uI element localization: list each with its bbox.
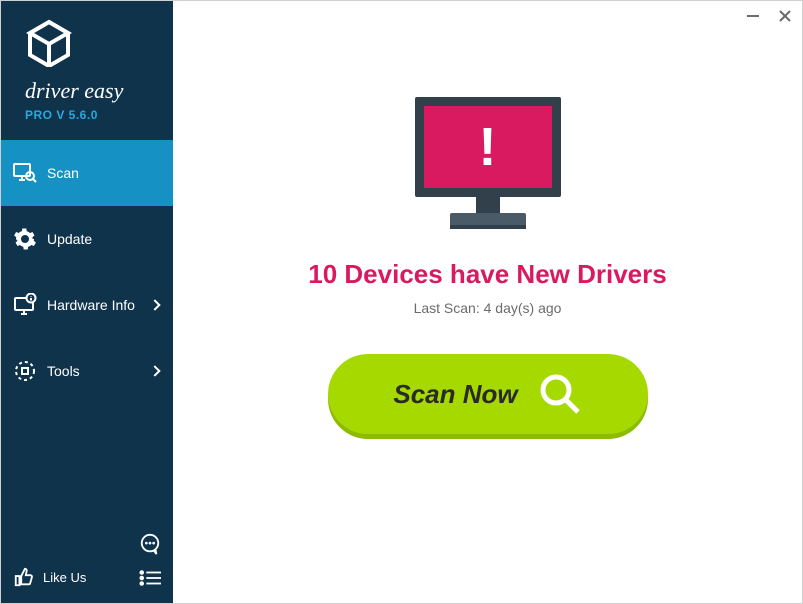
exclamation-icon: ! xyxy=(479,116,497,178)
speech-bubble-icon xyxy=(139,533,161,555)
menu-icon[interactable] xyxy=(139,569,161,587)
scan-now-button[interactable]: Scan Now xyxy=(328,354,648,434)
sidebar-item-label: Scan xyxy=(47,165,173,181)
chevron-right-icon xyxy=(149,365,160,376)
close-button[interactable] xyxy=(776,7,794,25)
thumbs-up-icon xyxy=(13,566,35,588)
minimize-button[interactable] xyxy=(744,7,762,25)
feedback-button[interactable] xyxy=(139,533,161,555)
window-controls xyxy=(744,7,794,25)
sidebar-item-label: Tools xyxy=(47,363,151,379)
tools-icon xyxy=(13,359,37,383)
monitor-search-icon xyxy=(13,161,37,185)
gear-icon xyxy=(13,227,37,251)
version-label: PRO V 5.6.0 xyxy=(25,108,161,122)
app-window: driver easy PRO V 5.6.0 Scan xyxy=(0,0,803,604)
sidebar-nav: Scan Update xyxy=(1,140,173,551)
sidebar-item-scan[interactable]: Scan xyxy=(1,140,173,206)
sidebar-item-label: Update xyxy=(47,231,173,247)
monitor-info-icon xyxy=(13,293,37,317)
brand-name: driver easy xyxy=(25,78,161,104)
monitor-base xyxy=(450,213,526,225)
logo-icon xyxy=(25,19,73,67)
devices-headline: 10 Devices have New Drivers xyxy=(308,259,666,290)
search-icon xyxy=(538,372,582,416)
sidebar-item-label: Hardware Info xyxy=(47,297,151,313)
like-us-label: Like Us xyxy=(43,570,86,585)
main-panel: ! 10 Devices have New Drivers Last Scan:… xyxy=(173,1,802,603)
logo-block: driver easy PRO V 5.6.0 xyxy=(1,1,173,134)
scan-summary: ! 10 Devices have New Drivers Last Scan:… xyxy=(173,1,802,434)
scan-now-label: Scan Now xyxy=(393,379,517,410)
chevron-right-icon xyxy=(149,299,160,310)
sidebar-item-update[interactable]: Update xyxy=(1,206,173,272)
monitor-screen: ! xyxy=(415,97,561,197)
alert-monitor-graphic: ! xyxy=(408,97,568,237)
last-scan-text: Last Scan: 4 day(s) ago xyxy=(414,300,562,316)
sidebar: driver easy PRO V 5.6.0 Scan xyxy=(1,1,173,603)
sidebar-item-hardware-info[interactable]: Hardware Info xyxy=(1,272,173,338)
sidebar-item-tools[interactable]: Tools xyxy=(1,338,173,404)
